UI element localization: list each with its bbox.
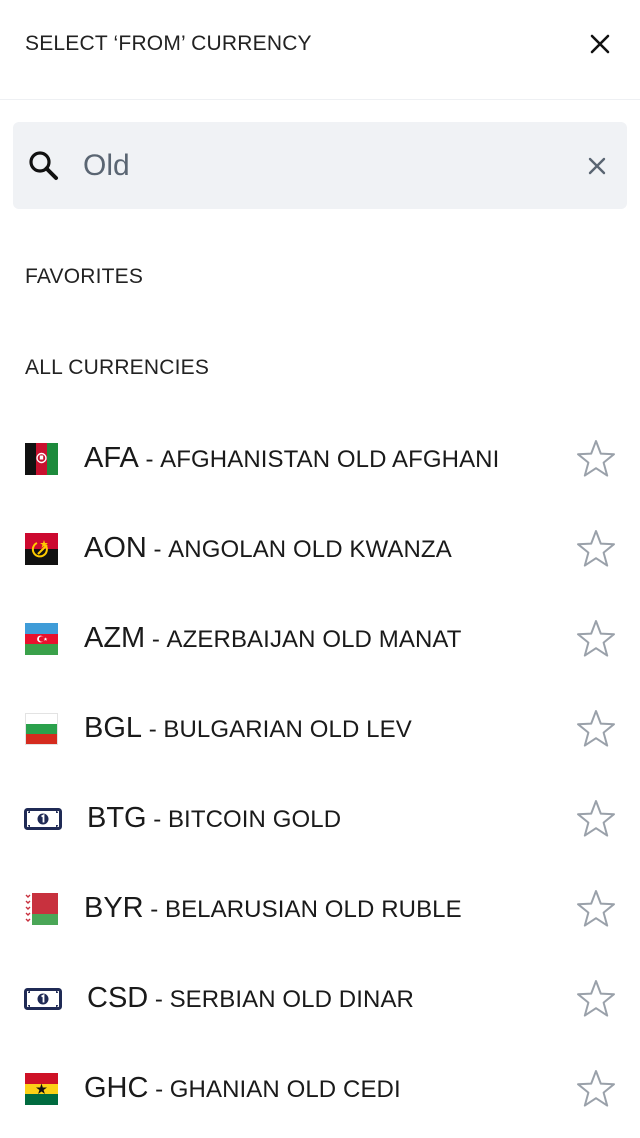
currency-label: AON - ANGOLAN OLD KWANZA (84, 532, 452, 565)
currency-name: BELARUSIAN OLD RUBLE (164, 896, 462, 923)
currency-name: GHANIAN OLD CEDI (169, 1076, 401, 1103)
currency-row-csd[interactable]: CSD - SERBIAN OLD DINAR (0, 954, 640, 1044)
all-currencies-heading: ALL CURRENCIES (25, 356, 210, 379)
separator: - (148, 1076, 170, 1103)
currency-row-ghc[interactable]: GHC - GHANIAN OLD CEDI (0, 1044, 640, 1134)
search-input[interactable] (83, 144, 563, 188)
currency-code: BGL (84, 712, 143, 744)
separator: - (143, 896, 165, 923)
banknote-icon (24, 803, 62, 835)
clear-search-button[interactable] (579, 148, 615, 184)
currency-name: ANGOLAN OLD KWANZA (168, 536, 452, 563)
currency-label: CSD - SERBIAN OLD DINAR (87, 982, 414, 1015)
search-box (13, 122, 627, 209)
dialog-header: SELECT ‘FROM’ CURRENCY (0, 0, 640, 100)
currency-row-afa[interactable]: AFA - AFGHANISTAN OLD AFGHANI (0, 414, 640, 504)
separator: - (146, 536, 169, 563)
currency-label: BGL - BULGARIAN OLD LEV (84, 712, 412, 745)
favorite-star-icon[interactable] (576, 1069, 616, 1109)
currency-code: AFA (84, 442, 139, 474)
favorite-star-icon[interactable] (576, 529, 616, 569)
separator: - (145, 626, 167, 653)
currency-row-azm[interactable]: AZM - AZERBAIJAN OLD MANAT (0, 594, 640, 684)
azerbaijan-flag-icon (25, 623, 58, 655)
currency-code: GHC (84, 1072, 149, 1104)
separator: - (148, 986, 170, 1013)
currency-label: GHC - GHANIAN OLD CEDI (84, 1072, 401, 1105)
angola-flag-icon (25, 533, 58, 565)
currency-code: CSD (87, 982, 149, 1014)
currency-list: AFA - AFGHANISTAN OLD AFGHANI AON - ANGO… (0, 414, 640, 1134)
favorites-heading: FAVORITES (25, 265, 144, 288)
currency-label: AFA - AFGHANISTAN OLD AFGHANI (84, 442, 499, 475)
currency-row-aon[interactable]: AON - ANGOLAN OLD KWANZA (0, 504, 640, 594)
favorite-star-icon[interactable] (576, 979, 616, 1019)
currency-label: AZM - AZERBAIJAN OLD MANAT (84, 622, 461, 655)
currency-name: AZERBAIJAN OLD MANAT (166, 626, 462, 653)
currency-code: BYR (84, 892, 144, 924)
currency-code: BTG (87, 802, 147, 834)
currency-name: BULGARIAN OLD LEV (163, 716, 412, 743)
currency-row-bgl[interactable]: BGL - BULGARIAN OLD LEV (0, 684, 640, 774)
favorite-star-icon[interactable] (576, 799, 616, 839)
dialog-title: SELECT ‘FROM’ CURRENCY (25, 32, 312, 55)
currency-code: AZM (84, 622, 146, 654)
clear-icon (588, 157, 606, 175)
favorite-star-icon[interactable] (576, 889, 616, 929)
currency-name: AFGHANISTAN OLD AFGHANI (160, 446, 500, 473)
currency-name: SERBIAN OLD DINAR (169, 986, 414, 1013)
search-icon (29, 151, 58, 180)
currency-row-byr[interactable]: BYR - BELARUSIAN OLD RUBLE (0, 864, 640, 954)
favorite-star-icon[interactable] (576, 709, 616, 749)
separator: - (146, 806, 168, 833)
currency-label: BYR - BELARUSIAN OLD RUBLE (84, 892, 462, 925)
currency-row-btg[interactable]: BTG - BITCOIN GOLD (0, 774, 640, 864)
belarus-flag-icon (25, 893, 58, 925)
bulgaria-flag-icon (25, 713, 58, 745)
favorite-star-icon[interactable] (576, 619, 616, 659)
currency-name: BITCOIN GOLD (167, 806, 342, 833)
close-button[interactable] (580, 24, 620, 64)
banknote-icon (24, 983, 62, 1015)
close-icon (590, 34, 610, 54)
favorite-star-icon[interactable] (576, 439, 616, 479)
currency-label: BTG - BITCOIN GOLD (87, 802, 341, 835)
currency-code: AON (84, 532, 147, 564)
afghanistan-flag-icon (25, 443, 58, 475)
ghana-flag-icon (25, 1073, 58, 1105)
separator: - (138, 446, 161, 473)
separator: - (142, 716, 164, 743)
